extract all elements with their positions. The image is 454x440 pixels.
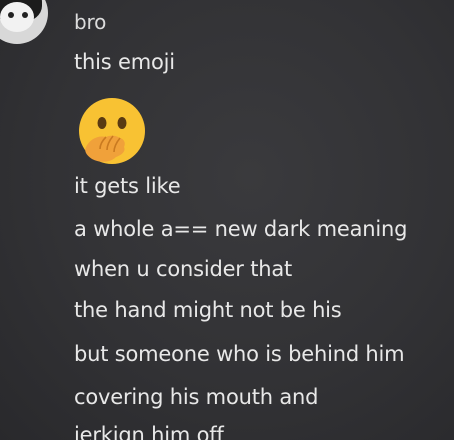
face-with-hand-over-mouth-emoji xyxy=(79,98,145,164)
chat-message: bro this emoji it gets like a whole a== … xyxy=(0,0,454,440)
message-line: when u consider that xyxy=(74,257,293,281)
avatar-eye xyxy=(22,12,28,18)
avatar-eye xyxy=(8,12,14,18)
message-line: it gets like xyxy=(74,174,181,198)
message-line: a whole a== new dark meaning xyxy=(74,217,408,241)
message-line: jerkign him off xyxy=(74,423,224,440)
message-line: but someone who is behind him xyxy=(74,342,405,366)
message-line: this emoji xyxy=(74,50,175,74)
message-line: the hand might not be his xyxy=(74,298,342,322)
message-line: covering his mouth and xyxy=(74,385,319,409)
avatar-face xyxy=(0,2,34,32)
avatar[interactable] xyxy=(0,0,48,44)
author-name[interactable]: bro xyxy=(74,9,106,35)
